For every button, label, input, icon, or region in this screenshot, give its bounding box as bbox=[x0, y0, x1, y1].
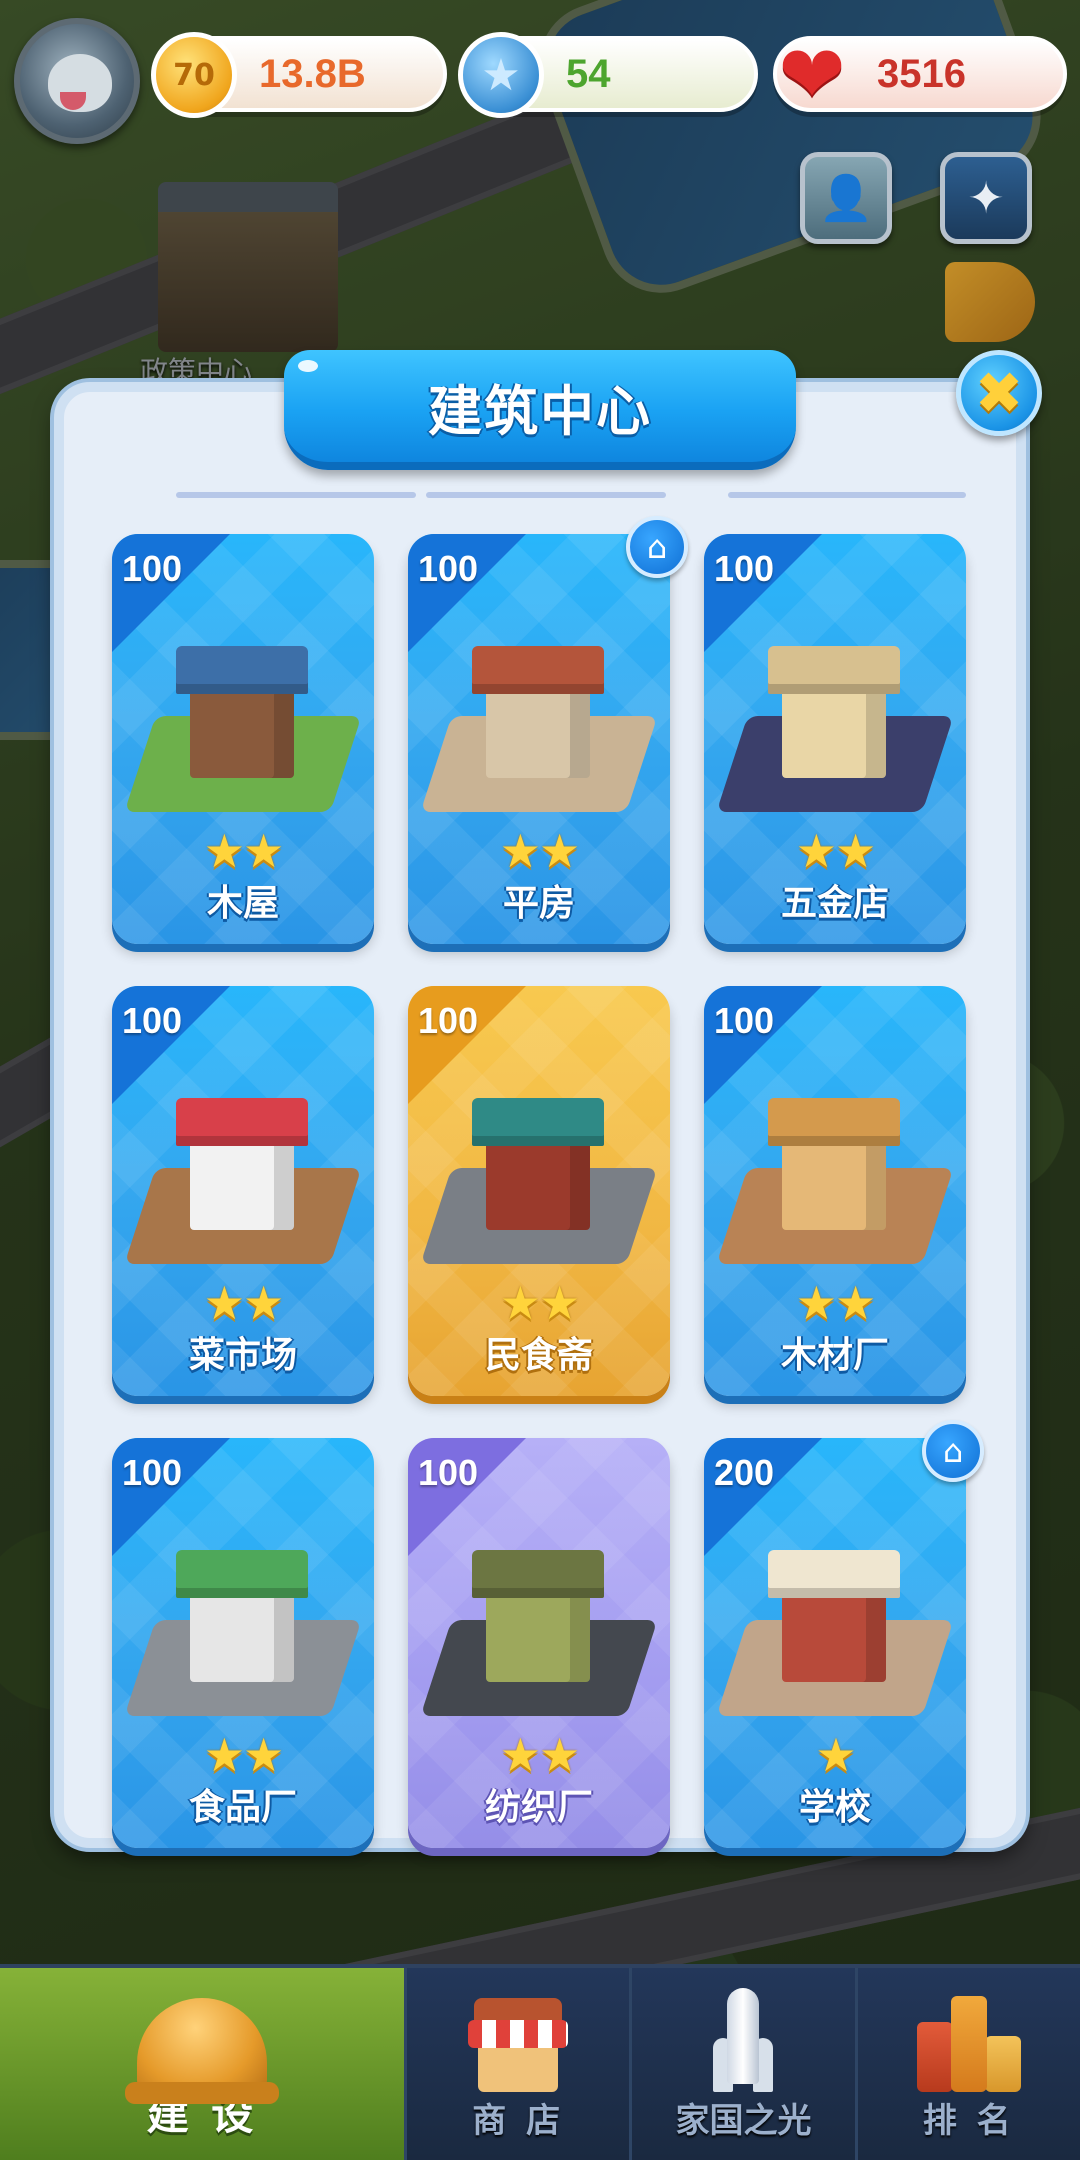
hardhat-icon bbox=[125, 1998, 279, 2104]
bungalow-icon bbox=[420, 616, 658, 826]
customer-service-button[interactable]: 👤 bbox=[800, 152, 892, 244]
home-icon[interactable]: ⌂ bbox=[626, 516, 688, 578]
headset-person-icon: 👤 bbox=[818, 173, 874, 224]
building-cost: 200 bbox=[714, 1452, 775, 1493]
hardware-store-icon bbox=[716, 616, 954, 826]
coin-value: 13.8B bbox=[259, 51, 366, 96]
building-name: 菜市场 bbox=[188, 1335, 297, 1376]
close-button[interactable]: ✖ bbox=[956, 350, 1042, 436]
rocket-icon bbox=[713, 1988, 774, 2098]
nav-build[interactable]: 建 设 bbox=[0, 1968, 404, 2160]
building-card[interactable]: 100 ★★ 纺织厂 bbox=[408, 1438, 670, 1848]
star-rating: ★★ bbox=[795, 824, 876, 878]
heart-value: 3516 bbox=[877, 51, 966, 96]
star-rating: ★★ bbox=[499, 1728, 580, 1782]
building-cost: 100 bbox=[714, 1000, 775, 1041]
star-value: 54 bbox=[566, 51, 611, 96]
megaphone-icon[interactable] bbox=[945, 262, 1035, 342]
building-cost: 100 bbox=[122, 1000, 183, 1041]
nav-ranking-label: 排 名 bbox=[922, 2101, 1015, 2141]
panel-title-banner: 建筑中心 bbox=[284, 350, 796, 470]
star-rating: ★★ bbox=[203, 1276, 284, 1330]
star-rating: ★ bbox=[815, 1728, 856, 1782]
building-cost: 100 bbox=[122, 1452, 183, 1493]
star-rating: ★★ bbox=[203, 824, 284, 878]
building-card[interactable]: 100 ★★ 木屋 bbox=[112, 534, 374, 944]
bottom-nav: 建 设 商 店 家国之光 排 名 bbox=[0, 1964, 1080, 2160]
building-card[interactable]: 100 ★★ 木材厂 bbox=[704, 986, 966, 1396]
coin-counter[interactable]: 70 13.8B bbox=[151, 32, 447, 118]
hero-character-icon: ✦ bbox=[967, 172, 1005, 224]
building-name: 平房 bbox=[502, 883, 575, 924]
ranking-icon bbox=[916, 1996, 1021, 2092]
player-avatar[interactable] bbox=[14, 18, 140, 144]
building-cost: 100 bbox=[418, 1452, 479, 1493]
food-factory-icon bbox=[124, 1520, 362, 1730]
home-icon[interactable]: ⌂ bbox=[922, 1420, 984, 1482]
building-cost: 100 bbox=[418, 1000, 479, 1041]
building-card[interactable]: 100 ★★ 五金店 bbox=[704, 534, 966, 944]
star-counter[interactable]: ★ 54 bbox=[458, 32, 758, 118]
building-name: 木材厂 bbox=[780, 1335, 889, 1376]
star-coin-icon: ★ bbox=[458, 32, 544, 118]
star-rating: ★★ bbox=[499, 1276, 580, 1330]
nav-national-glory-label: 家国之光 bbox=[675, 2101, 812, 2141]
textile-mill-icon bbox=[420, 1520, 658, 1730]
scroll-divider bbox=[64, 492, 1016, 500]
star-rating: ★★ bbox=[499, 824, 580, 878]
building-card[interactable]: 100 ★★ 菜市场 bbox=[112, 986, 374, 1396]
wooden-house-icon bbox=[124, 616, 362, 826]
nav-shop[interactable]: 商 店 bbox=[404, 1968, 630, 2160]
star-rating: ★★ bbox=[203, 1728, 284, 1782]
building-card[interactable]: 100 ★★ 平房 bbox=[408, 534, 670, 944]
building-name: 食品厂 bbox=[188, 1787, 297, 1828]
building-cost: 100 bbox=[418, 548, 479, 589]
building-card[interactable]: 100 ★★ 民食斋 bbox=[408, 986, 670, 1396]
heart-icon: ❤ bbox=[778, 28, 846, 121]
building-card[interactable]: 100 ★★ 食品厂 bbox=[112, 1438, 374, 1848]
restaurant-icon bbox=[420, 1068, 658, 1278]
school-icon bbox=[716, 1520, 954, 1730]
nav-shop-label: 商 店 bbox=[472, 2101, 565, 2141]
building-cost: 100 bbox=[122, 548, 183, 589]
close-icon: ✖ bbox=[974, 359, 1024, 427]
shop-icon bbox=[468, 1998, 569, 2094]
building-cost: 100 bbox=[714, 548, 775, 589]
building-name: 木屋 bbox=[206, 883, 279, 924]
building-name: 五金店 bbox=[780, 883, 889, 924]
building-name: 纺织厂 bbox=[484, 1787, 593, 1828]
vegetable-market-icon bbox=[124, 1068, 362, 1278]
coin-icon: 70 bbox=[151, 32, 237, 118]
lumber-mill-icon bbox=[716, 1068, 954, 1278]
nav-national-glory[interactable]: 家国之光 bbox=[629, 1968, 855, 2160]
building-name: 学校 bbox=[798, 1787, 871, 1828]
building-card[interactable]: 200 ★ 学校 bbox=[704, 1438, 966, 1848]
panel-title: 建筑中心 bbox=[428, 379, 652, 443]
building-name: 民食斋 bbox=[484, 1335, 593, 1376]
event-hero-button[interactable]: ✦ bbox=[940, 152, 1032, 244]
star-rating: ★★ bbox=[795, 1276, 876, 1330]
nav-ranking[interactable]: 排 名 bbox=[854, 1968, 1080, 2160]
heart-counter[interactable]: ❤ 3516 bbox=[773, 35, 1067, 115]
